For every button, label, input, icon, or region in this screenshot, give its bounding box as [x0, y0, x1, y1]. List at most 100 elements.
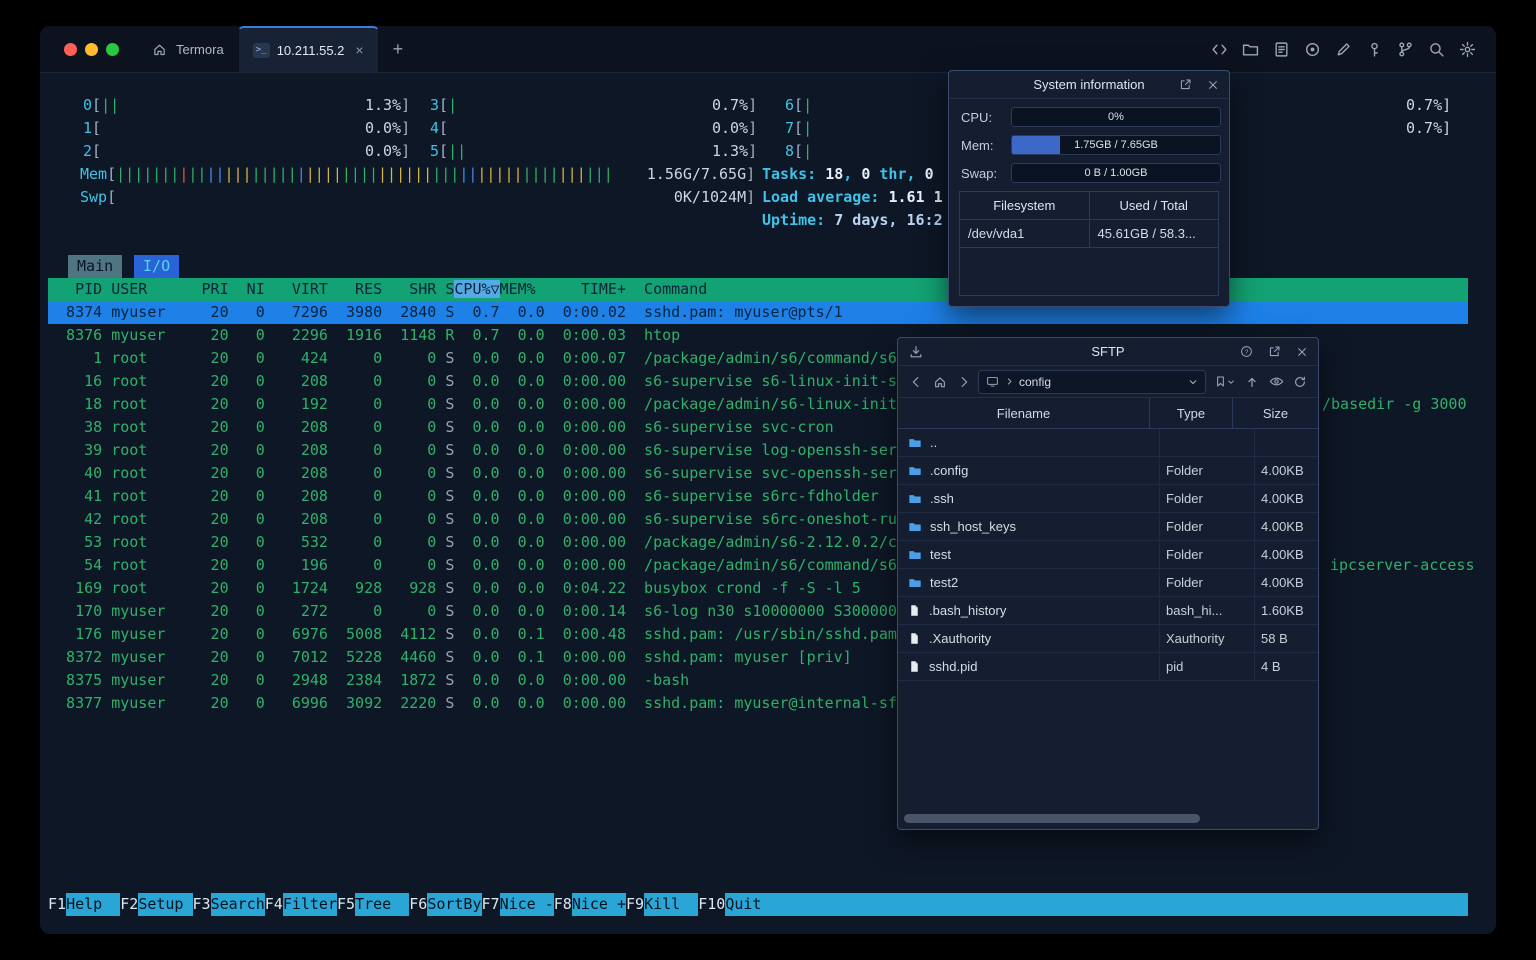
size-column-header[interactable]: Size [1232, 398, 1318, 428]
cpu-meters-row: 1[0.0%]4[0.0%]7[|]0.7%] [48, 117, 1468, 140]
new-tab-button[interactable]: + [379, 26, 418, 72]
memory-meter-row: Mem[||||||||||||||||||||||||||||||||||||… [48, 163, 1468, 186]
process-row[interactable]: 8374 myuser 20 0 7296 3980 2840 S 0.7 0.… [48, 301, 1468, 324]
fkey-f7: F7 [481, 895, 500, 913]
forward-icon[interactable] [954, 372, 974, 392]
file-row[interactable]: .config Folder 4.00KB [898, 457, 1318, 485]
file-type: Folder [1159, 485, 1254, 512]
htop-tab-io[interactable]: I/O [134, 255, 180, 278]
fkey-action-setup[interactable]: Setup [138, 893, 193, 916]
fkey-f5: F5 [337, 895, 356, 913]
key-icon[interactable] [1365, 40, 1383, 58]
close-panel-icon[interactable] [1292, 342, 1312, 362]
process-table-header: PID USER PRI NI VIRT RES SHR SCPU%▽MEM% … [48, 278, 1468, 301]
htop-summary-text: Tasks: 18, 0 thr, 0 [762, 165, 934, 183]
sftp-panel: SFTP ? config Filename Type Size .. .con… [897, 337, 1319, 830]
file-row[interactable]: .Xauthority Xauthority 58 B [898, 625, 1318, 653]
path-breadcrumb[interactable]: config [978, 369, 1206, 394]
file-table-header: Filename Type Size [898, 398, 1318, 429]
file-row[interactable]: test Folder 4.00KB [898, 541, 1318, 569]
transfers-icon[interactable] [906, 342, 926, 362]
code-icon[interactable] [1210, 40, 1228, 58]
fkey-action-quit[interactable]: Quit [725, 893, 780, 916]
scrollbar-thumb[interactable] [904, 814, 1200, 823]
fkey-f1: F1 [48, 895, 67, 913]
file-size: 4 B [1254, 653, 1318, 680]
bookmarks-icon[interactable] [1210, 372, 1238, 392]
fkey-action-help[interactable]: Help [66, 893, 121, 916]
filename-column-header[interactable]: Filename [898, 398, 1149, 428]
minimize-window-button[interactable] [85, 42, 98, 56]
file-row[interactable]: ssh_host_keys Folder 4.00KB [898, 513, 1318, 541]
terminal-icon: >_ [252, 42, 270, 58]
close-tab-icon[interactable]: × [355, 42, 363, 58]
tab-termora-home[interactable]: Termora [135, 26, 238, 72]
show-hidden-files-icon[interactable] [1266, 372, 1286, 392]
file-row[interactable]: .ssh Folder 4.00KB [898, 485, 1318, 513]
sysinfo-bar-value: 0% [1108, 111, 1124, 123]
fkey-action-kill[interactable]: Kill [644, 893, 699, 916]
uptime-row: Uptime: 7 days, 16:2 [48, 209, 1468, 232]
fkey-action-tree[interactable]: Tree [355, 893, 410, 916]
chevron-down-icon[interactable] [1187, 376, 1199, 388]
file-type: Folder [1159, 457, 1254, 484]
file-row[interactable]: .. [898, 429, 1318, 457]
used-total-column-header: Used / Total [1088, 192, 1219, 219]
gear-icon[interactable] [1458, 40, 1476, 58]
record-icon[interactable] [1303, 40, 1321, 58]
git-branch-icon[interactable] [1396, 40, 1414, 58]
fkey-f4: F4 [264, 895, 283, 913]
fkey-action-filter[interactable]: Filter [282, 893, 337, 916]
cpu-meter-2: 2[0.0%] [83, 142, 411, 160]
refresh-icon[interactable] [1290, 372, 1310, 392]
pen-icon[interactable] [1334, 40, 1352, 58]
sysinfo-label: CPU: [961, 109, 993, 125]
sysinfo-row-mem: Mem: 1.75GB / 7.65GB [961, 135, 1221, 155]
folder-icon [908, 492, 922, 506]
htop-tab-main[interactable]: Main [68, 255, 123, 278]
filesystem-row[interactable]: /dev/vda1 45.61GB / 58.3... [960, 220, 1218, 248]
file-row[interactable]: test2 Folder 4.00KB [898, 569, 1318, 597]
file-name: .config [930, 463, 969, 478]
back-icon[interactable] [906, 372, 926, 392]
close-window-button[interactable] [64, 42, 77, 56]
termora-window: Termora >_ 10.211.55.2 × + 0[|| 1.3%] 3[| 0… [40, 26, 1496, 934]
horizontal-scrollbar[interactable] [898, 814, 1318, 823]
htop-summary-text: Uptime: 7 days, 16:2 [762, 211, 943, 229]
file-row[interactable]: .bash_history bash_hi... 1.60KB [898, 597, 1318, 625]
file-name: sshd.pid [929, 659, 978, 674]
home-icon[interactable] [930, 372, 950, 392]
file-list: .. .config Folder 4.00KB .ssh Folder 4.00KB ssh… [898, 429, 1318, 681]
file-type: pid [1159, 653, 1254, 680]
htop-function-bar: F1 Help F2 Setup F3 Search F4 Filter F5 Tree F6… [48, 893, 1468, 916]
chevron-right-icon [1004, 377, 1014, 387]
file-name: .ssh [930, 491, 954, 506]
htop-summary-text: Load average: 1.61 1 [762, 188, 943, 206]
search-icon[interactable] [1427, 40, 1445, 58]
cpu-meter-5: 5[|| 1.3%] [430, 142, 758, 160]
sysinfo-label: Mem: [961, 137, 994, 153]
file-row[interactable]: sshd.pid pid 4 B [898, 653, 1318, 681]
filesystem-table: Filesystem Used / Total /dev/vda1 45.61G… [959, 191, 1219, 296]
tab-ssh-session[interactable]: >_ 10.211.55.2 × [237, 26, 379, 72]
open-in-window-icon[interactable] [1175, 75, 1195, 95]
file-size: 58 B [1254, 625, 1318, 652]
file-list-icon[interactable] [1272, 40, 1290, 58]
sort-column-cpu[interactable]: CPU%▽ [454, 280, 500, 298]
fkey-action-sortby[interactable]: SortBy [427, 893, 482, 916]
close-panel-icon[interactable] [1203, 75, 1223, 95]
folder-icon[interactable] [1241, 40, 1259, 58]
fkey-action-search[interactable]: Search [210, 893, 265, 916]
fkey-action-nice-[interactable]: Nice + [571, 893, 626, 916]
cpu-meters-row: 2[0.0%]5[||1.3%]8[|] [48, 140, 1468, 163]
file-size [1254, 429, 1318, 456]
fkey-action-nice-[interactable]: Nice - [499, 893, 554, 916]
maximize-window-button[interactable] [106, 42, 119, 56]
cpu-meter-4: 4[0.0%] [430, 119, 758, 137]
help-icon[interactable]: ? [1236, 342, 1256, 362]
folder-icon [908, 436, 922, 450]
type-column-header[interactable]: Type [1149, 398, 1232, 428]
open-in-window-icon[interactable] [1264, 342, 1284, 362]
parent-directory-icon[interactable] [1242, 372, 1262, 392]
